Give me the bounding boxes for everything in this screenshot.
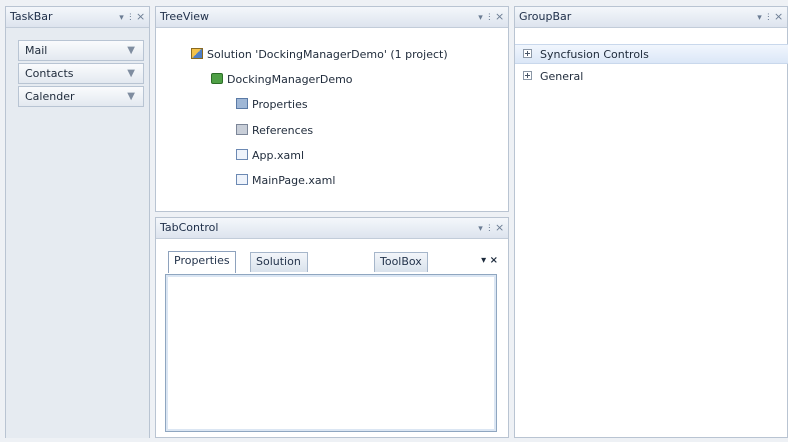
dropdown-menu-icon[interactable]: ▾ bbox=[118, 8, 127, 28]
tree-node-solution[interactable]: Solution 'DockingManagerDemo' (1 project… bbox=[191, 48, 448, 61]
groupbar-pane: GroupBar ▾ ⵗ × Syncfusion Controls General bbox=[514, 6, 788, 438]
taskbar-item-calender[interactable]: Calender ▼ bbox=[18, 86, 144, 107]
group-label: Syncfusion Controls bbox=[540, 48, 649, 61]
close-icon[interactable]: × bbox=[495, 7, 504, 27]
tree-node-label: Properties bbox=[252, 98, 308, 111]
close-icon[interactable]: × bbox=[495, 218, 504, 238]
tree-node-properties[interactable]: Properties bbox=[236, 98, 308, 111]
references-folder-icon bbox=[236, 124, 248, 135]
dropdown-menu-icon[interactable]: ▾ bbox=[756, 8, 765, 28]
filter-icon[interactable]: ▼ bbox=[127, 87, 135, 106]
treeview-header[interactable]: TreeView ▾ ⵗ × bbox=[156, 7, 508, 28]
tab-content-area[interactable] bbox=[165, 274, 497, 432]
group-general[interactable]: General bbox=[515, 67, 788, 87]
pin-icon[interactable]: ⵗ bbox=[486, 219, 495, 239]
taskbar-body: Mail ▼ Contacts ▼ Calender ▼ bbox=[6, 28, 149, 438]
tree-node-label: MainPage.xaml bbox=[252, 174, 336, 187]
filter-icon[interactable]: ▼ bbox=[127, 64, 135, 83]
tree-node-app-xaml[interactable]: App.xaml bbox=[236, 149, 304, 162]
close-icon[interactable]: × bbox=[774, 7, 783, 27]
tree-node-label: Solution 'DockingManagerDemo' (1 project… bbox=[207, 48, 448, 61]
group-syncfusion-controls[interactable]: Syncfusion Controls bbox=[515, 44, 788, 64]
project-icon bbox=[211, 73, 223, 84]
tab-close-icon[interactable]: × bbox=[490, 255, 498, 266]
tree-node-label: References bbox=[252, 124, 314, 137]
groupbar-title: GroupBar bbox=[519, 10, 572, 23]
tree-node-label: App.xaml bbox=[252, 149, 305, 162]
taskbar-item-label: Contacts bbox=[25, 67, 74, 80]
taskbar-header[interactable]: TaskBar ▾ ⵗ × bbox=[6, 7, 149, 28]
taskbar-pane: TaskBar ▾ ⵗ × Mail ▼ Contacts ▼ Calender ▼ bbox=[5, 6, 150, 438]
expand-plus-icon[interactable] bbox=[523, 49, 532, 58]
xaml-file-icon bbox=[236, 174, 248, 185]
groupbar-header[interactable]: GroupBar ▾ ⵗ × bbox=[515, 7, 787, 28]
treeview-title: TreeView bbox=[160, 10, 210, 23]
treeview-pane: TreeView ▾ ⵗ × Solution 'DockingManagerDem… bbox=[155, 6, 509, 212]
taskbar-title: TaskBar bbox=[10, 10, 53, 23]
tree-node-references[interactable]: References bbox=[236, 124, 313, 137]
expand-plus-icon[interactable] bbox=[523, 71, 532, 80]
tab-solution-explorer[interactable]: Solution Explorer bbox=[250, 252, 308, 286]
dropdown-menu-icon[interactable]: ▾ bbox=[477, 219, 486, 239]
group-label: General bbox=[540, 70, 584, 83]
pin-icon[interactable]: ⵗ bbox=[127, 8, 136, 28]
taskbar-item-contacts[interactable]: Contacts ▼ bbox=[18, 63, 144, 84]
xaml-file-icon bbox=[236, 149, 248, 160]
tab-toolbox[interactable]: ToolBox bbox=[374, 252, 428, 272]
properties-folder-icon bbox=[236, 98, 248, 109]
pin-icon[interactable]: ⵗ bbox=[765, 8, 774, 28]
taskbar-item-mail[interactable]: Mail ▼ bbox=[18, 40, 144, 61]
taskbar-item-label: Calender bbox=[25, 90, 75, 103]
dropdown-menu-icon[interactable]: ▾ bbox=[477, 8, 486, 28]
tab-list-menu-icon[interactable]: ▾ bbox=[481, 255, 486, 266]
taskbar-item-label: Mail bbox=[25, 44, 48, 57]
tabcontrol-pane: TabControl ▾ⵗ× Properties Solution Explo… bbox=[155, 217, 509, 438]
filter-icon[interactable]: ▼ bbox=[127, 41, 135, 60]
solution-icon bbox=[191, 48, 203, 59]
tree-node-label: DockingManagerDemo bbox=[227, 73, 353, 86]
close-icon[interactable]: × bbox=[136, 7, 145, 27]
tab-strip-buttons: ▾ × bbox=[481, 255, 498, 266]
tree-node-mainpage-xaml[interactable]: MainPage.xaml bbox=[236, 174, 335, 187]
pin-icon[interactable]: ⵗ bbox=[486, 8, 495, 28]
tab-properties[interactable]: Properties bbox=[168, 251, 236, 273]
tabcontrol-title: TabControl bbox=[160, 221, 219, 234]
tabcontrol-header[interactable]: TabControl ▾ ⵗ × bbox=[156, 218, 508, 239]
tree-node-project[interactable]: DockingManagerDemo bbox=[211, 73, 353, 86]
